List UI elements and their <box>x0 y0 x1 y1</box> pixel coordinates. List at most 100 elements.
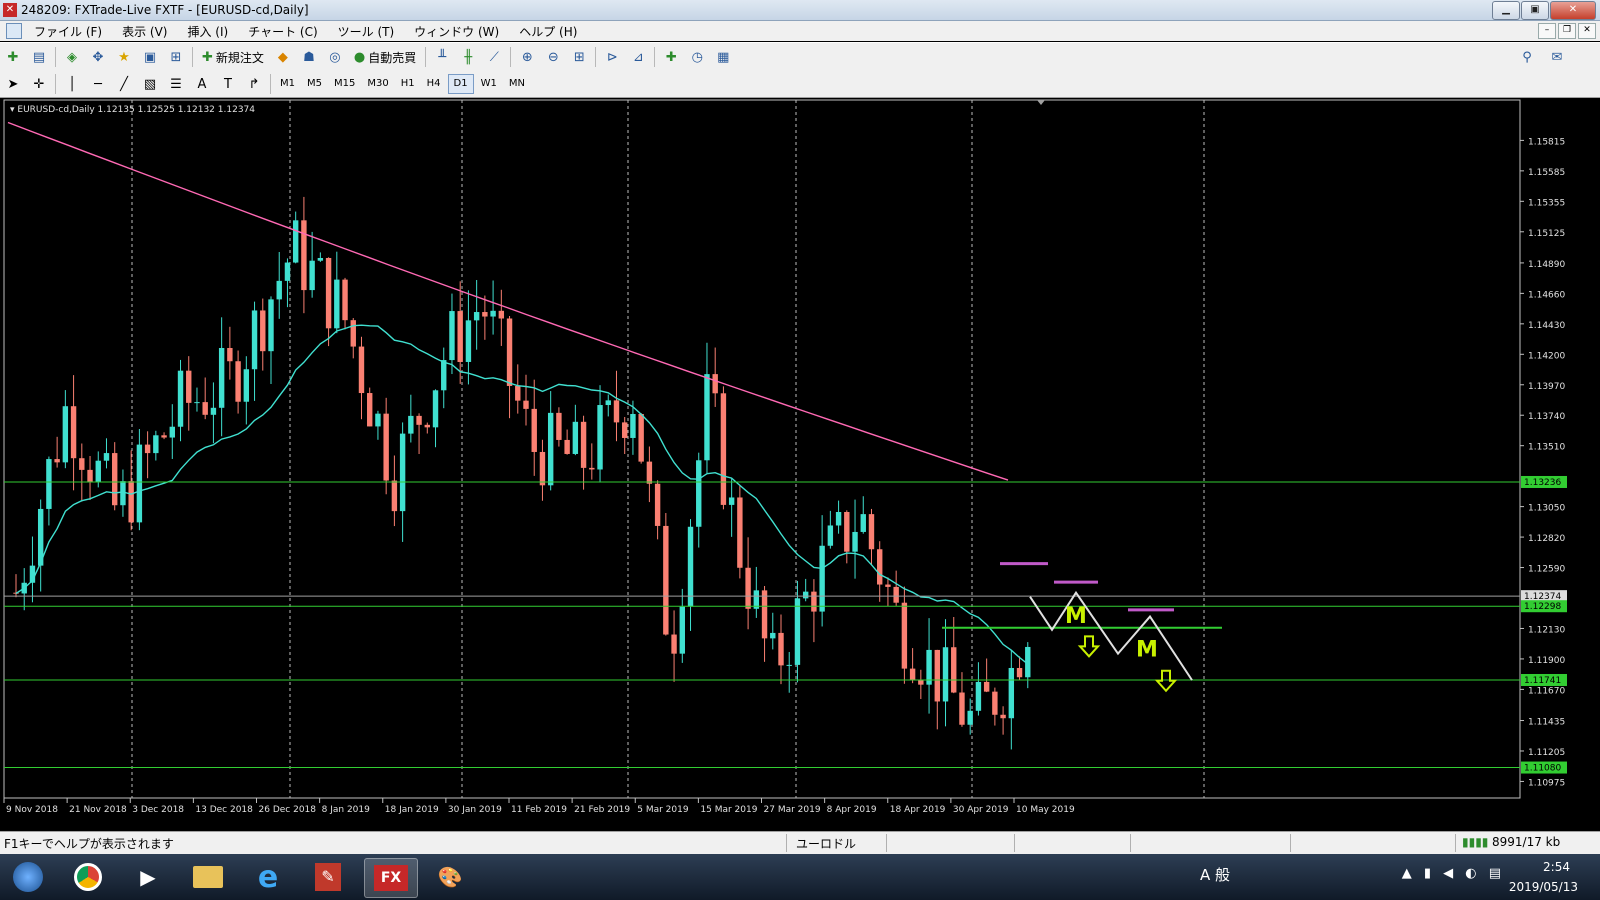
mdi-close-button[interactable]: ✕ <box>1578 23 1596 39</box>
x-tick-label: 11 Feb 2019 <box>511 805 567 815</box>
price-label: 1.11080 <box>1524 764 1561 774</box>
auto-trading-button[interactable]: ● 自動売買 <box>348 46 422 68</box>
chart-window[interactable]: 1.15815 1.15585 1.15355 1.15125 1.14890 1.146… <box>0 98 1600 830</box>
timeframe-h4[interactable]: H4 <box>422 75 446 93</box>
paint-icon[interactable]: 🎨 <box>424 858 476 896</box>
tray-icons[interactable]: ▲ ▮ ◀ ◐ ▤ <box>1402 866 1505 881</box>
status-divider <box>786 834 787 852</box>
bar-chart-icon[interactable]: ╨ <box>431 46 453 68</box>
timeframe-m1[interactable]: M1 <box>275 75 300 93</box>
menu-insert[interactable]: 挿入 (I) <box>177 23 238 40</box>
chat-icon[interactable]: ✉ <box>1546 46 1568 68</box>
app-icon: ✕ <box>3 3 17 17</box>
ime-indicator[interactable]: A 般 <box>1200 864 1230 885</box>
bear-candle <box>844 512 850 552</box>
bull-candle <box>177 370 184 427</box>
auto-trading-icon: ● <box>353 49 366 65</box>
cursor-icon[interactable]: ➤ <box>2 73 24 95</box>
arrows-icon[interactable]: ↱ <box>243 73 265 95</box>
bear-candle <box>506 318 513 386</box>
tile-windows-icon[interactable]: ⊞ <box>568 46 590 68</box>
mdi-minimize-button[interactable]: – <box>1538 23 1556 39</box>
timeframe-h1[interactable]: H1 <box>396 75 420 93</box>
zoom-out-icon[interactable]: ⊖ <box>542 46 564 68</box>
clock-time: 2:54 <box>1543 860 1570 874</box>
menu-window[interactable]: ウィンドウ (W) <box>404 23 509 40</box>
bear-candle <box>128 481 134 523</box>
profiles-icon[interactable]: ▤ <box>28 46 50 68</box>
bear-candle <box>498 310 505 319</box>
timeframe-d1[interactable]: D1 <box>447 74 474 94</box>
x-tick-label: 30 Jan 2019 <box>448 805 502 815</box>
indicators-icon[interactable]: ✚ <box>660 46 682 68</box>
bull-candle <box>597 405 603 470</box>
menu-file[interactable]: ファイル (F) <box>24 23 112 40</box>
menu-view[interactable]: 表示 (V) <box>112 23 177 40</box>
close-button[interactable]: ✕ <box>1550 1 1596 20</box>
templates-icon[interactable]: ▦ <box>712 46 734 68</box>
trendline-icon[interactable]: ╱ <box>113 73 135 95</box>
timeframe-m5[interactable]: M5 <box>302 75 327 93</box>
media-player-icon[interactable]: ▶ <box>122 858 174 896</box>
navigator-icon[interactable]: ★ <box>113 46 135 68</box>
line-chart-icon[interactable]: ⟋ <box>483 46 505 68</box>
bull-candle <box>153 435 159 454</box>
candlestick-icon[interactable]: ╫ <box>457 46 479 68</box>
terminal-icon[interactable]: ▣ <box>139 46 161 68</box>
fibonacci-icon[interactable]: ☰ <box>165 73 187 95</box>
timeframe-m15[interactable]: M15 <box>329 75 360 93</box>
chart-window-icon[interactable] <box>6 23 22 39</box>
vertical-line-icon[interactable]: │ <box>61 73 83 95</box>
maximize-button[interactable]: ▣ <box>1521 1 1549 20</box>
crosshair-icon[interactable]: ✛ <box>28 73 50 95</box>
y-tick-label: 1.11205 <box>1528 748 1565 758</box>
zoom-in-icon[interactable]: ⊕ <box>516 46 538 68</box>
explorer-folder-icon[interactable] <box>182 858 234 896</box>
periods-icon[interactable]: ◷ <box>686 46 708 68</box>
chart-shift-icon[interactable]: ⊿ <box>627 46 649 68</box>
new-order-button[interactable]: ✚ 新規注文 <box>196 46 270 68</box>
minimize-button[interactable]: ▁ <box>1492 1 1520 20</box>
mdi-restore-button[interactable]: ❐ <box>1558 23 1576 39</box>
status-divider <box>1014 834 1015 852</box>
bull-candle <box>835 512 842 526</box>
community-icon[interactable]: ◎ <box>324 46 346 68</box>
start-button-icon[interactable] <box>2 858 54 896</box>
timeframe-w1[interactable]: W1 <box>476 75 502 93</box>
market-watch-icon[interactable]: ◈ <box>61 46 83 68</box>
x-tick-label: 21 Feb 2019 <box>574 805 630 815</box>
bull-candle <box>1008 667 1015 719</box>
bear-candle <box>737 497 743 568</box>
menu-tools[interactable]: ツール (T) <box>328 23 405 40</box>
timeframe-m30[interactable]: M30 <box>362 75 393 93</box>
timeframe-mn[interactable]: MN <box>504 75 530 93</box>
horizontal-line-icon[interactable]: ─ <box>87 73 109 95</box>
chrome-icon[interactable] <box>62 858 114 896</box>
y-tick-label: 1.15815 <box>1528 137 1565 147</box>
search-icon[interactable]: ⚲ <box>1516 46 1538 68</box>
bear-candle <box>457 311 463 362</box>
data-window-icon[interactable]: ✥ <box>87 46 109 68</box>
menu-charts[interactable]: チャート (C) <box>238 23 327 40</box>
bear-candle <box>589 467 595 470</box>
metaeditor-icon[interactable]: ◆ <box>272 46 294 68</box>
x-tick-label: 21 Nov 2018 <box>69 805 127 815</box>
bull-candle <box>679 606 685 654</box>
auto-scroll-icon[interactable]: ⊳ <box>601 46 623 68</box>
bull-candle <box>268 299 274 352</box>
bull-candle <box>194 402 200 404</box>
signals-icon[interactable]: ☗ <box>298 46 320 68</box>
strategy-tester-icon[interactable]: ⊞ <box>165 46 187 68</box>
bear-candle <box>391 480 398 512</box>
text-icon[interactable]: A <box>191 73 213 95</box>
y-tick-label: 1.15355 <box>1528 198 1565 208</box>
taskbar: ▶ e ✎ FX 🎨 A 般 ▲ ▮ ◀ ◐ ▤ 2:54 2019/05/13 <box>0 854 1600 900</box>
equidistant-channel-icon[interactable]: ▧ <box>139 73 161 95</box>
acrobat-icon[interactable]: ✎ <box>302 858 354 896</box>
menu-help[interactable]: ヘルプ (H) <box>509 23 587 40</box>
metatrader-fx-icon[interactable]: FX <box>364 858 418 898</box>
text-label-icon[interactable]: T <box>217 73 239 95</box>
new-chart-icon[interactable]: ✚ <box>2 46 24 68</box>
price-chart[interactable]: 1.15815 1.15585 1.15355 1.15125 1.14890 1.146… <box>0 98 1600 830</box>
internet-explorer-icon[interactable]: e <box>242 858 294 896</box>
